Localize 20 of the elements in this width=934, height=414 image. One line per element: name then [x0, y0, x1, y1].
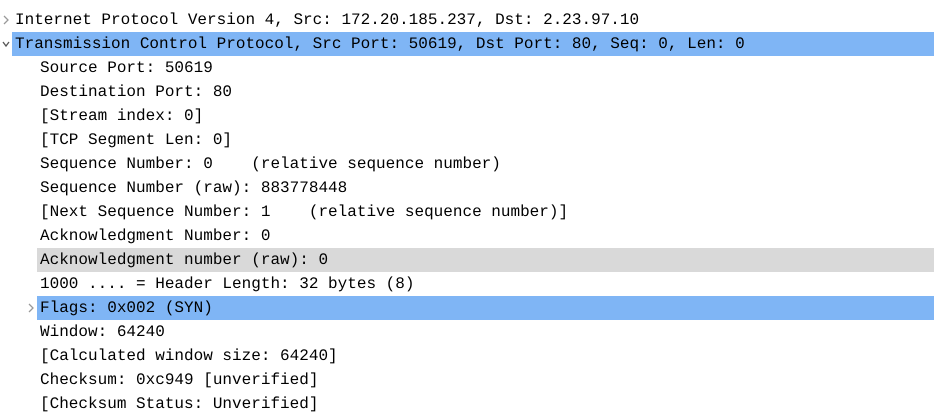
tree-row[interactable]: Transmission Control Protocol, Src Port: 50619, Dst Port: 80, Seq: 0, Len: 0 — [12, 32, 934, 56]
chevron-right-icon[interactable] — [27, 303, 35, 313]
tree-row[interactable]: Internet Protocol Version 4, Src: 172.20.185.237, Dst: 2.23.97.10 — [12, 8, 934, 32]
tree-row[interactable]: [Stream index: 0] — [37, 104, 934, 128]
tree-row[interactable]: [Calculated window size: 64240] — [37, 344, 934, 368]
tree-row[interactable]: Source Port: 50619 — [37, 56, 934, 80]
chevron-down-icon[interactable] — [2, 39, 10, 49]
tree-row[interactable]: Acknowledgment Number: 0 — [37, 224, 934, 248]
tree-row[interactable]: Checksum: 0xc949 [unverified] — [37, 368, 934, 392]
tree-row[interactable]: 1000 .... = Header Length: 32 bytes (8) — [37, 272, 934, 296]
tree-row[interactable]: [TCP Segment Len: 0] — [37, 128, 934, 152]
tree-row[interactable]: [Next Sequence Number: 1 (relative sequence number)] — [37, 200, 934, 224]
tree-row[interactable]: Destination Port: 80 — [37, 80, 934, 104]
tree-row[interactable]: Flags: 0x002 (SYN) — [37, 296, 934, 320]
tree-row[interactable]: Window: 64240 — [37, 320, 934, 344]
tree-row[interactable]: Acknowledgment number (raw): 0 — [37, 248, 934, 272]
chevron-right-icon[interactable] — [2, 15, 10, 25]
tree-row[interactable]: Sequence Number: 0 (relative sequence number) — [37, 152, 934, 176]
tree-row[interactable]: [Checksum Status: Unverified] — [37, 392, 934, 414]
tree-row[interactable]: Sequence Number (raw): 883778448 — [37, 176, 934, 200]
